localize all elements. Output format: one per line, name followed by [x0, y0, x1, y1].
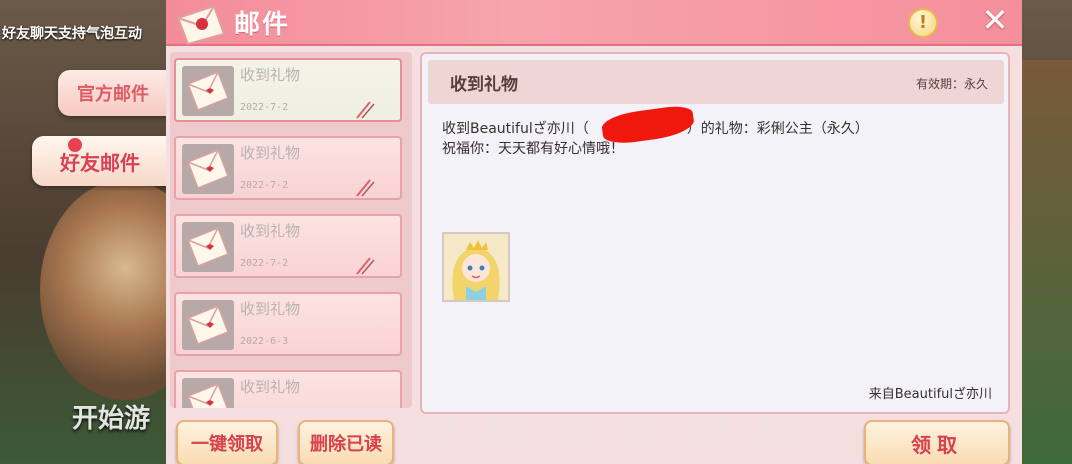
delete-read-label: 删除已读: [310, 434, 382, 455]
mail-envelope-thumb: [182, 144, 234, 194]
mail-envelope-thumb: [182, 378, 234, 408]
slot-icon: [764, 416, 790, 438]
mail-item[interactable]: 收到礼物 2022-7-2: [174, 58, 402, 122]
mail-title: 收到礼物: [240, 66, 301, 84]
notification-dot: [68, 138, 82, 152]
envelope-icon: [187, 227, 229, 267]
detail-title: 收到礼物: [450, 75, 518, 95]
slot-icon: [696, 416, 722, 438]
validity-label: 有效期：永久: [915, 77, 988, 91]
info-icon: !: [918, 12, 928, 33]
mail-item[interactable]: 收到礼物 2022-6-3: [174, 292, 402, 356]
claim-all-button[interactable]: 一键领取: [176, 420, 278, 464]
mail-title: 收到礼物: [240, 222, 301, 240]
mail-item[interactable]: 收到礼物: [174, 370, 402, 408]
quill-icon: [356, 179, 375, 197]
slot-icon: [492, 416, 518, 438]
tab-friend-mail[interactable]: 好友邮件: [32, 136, 168, 186]
close-button[interactable]: ✕: [978, 4, 1012, 38]
mail-title: 收到礼物: [240, 300, 301, 318]
mail-envelope-thumb: [182, 300, 234, 350]
mail-date: 2022-6-3: [240, 336, 289, 347]
mail-detail-panel: 收到礼物 有效期：永久 收到Beautifulざ亦川（ ）的礼物：彩俐公主（永久…: [420, 52, 1010, 414]
quill-icon: [356, 257, 375, 275]
info-button[interactable]: !: [908, 8, 938, 38]
sender-label: 来自Beautifulざ亦川: [868, 387, 992, 402]
slot-icon: [560, 416, 586, 438]
mail-item[interactable]: 收到礼物 2022-7-2: [174, 136, 402, 200]
mail-window: 邮件 ! ✕ 收到礼物 2022-7-2 收到礼物 2022-7-2 收到礼物 …: [166, 0, 1022, 464]
tab-official-label: 官方邮件: [77, 84, 149, 105]
gift-item-thumb[interactable]: [442, 232, 510, 302]
mail-envelope-thumb: [182, 222, 234, 272]
background-start-text: 开始游: [72, 404, 151, 434]
close-icon: ✕: [981, 1, 1009, 39]
slot-icon: [424, 416, 450, 438]
background-scenery: [1020, 60, 1072, 464]
claim-button[interactable]: 领取: [864, 420, 1010, 464]
mail-item[interactable]: 收到礼物 2022-7-2: [174, 214, 402, 278]
envelope-icon: [187, 305, 229, 345]
mail-list[interactable]: 收到礼物 2022-7-2 收到礼物 2022-7-2 收到礼物 2022-7-…: [170, 52, 412, 408]
footer-attachment-slots: [420, 414, 850, 444]
envelope-icon: [187, 149, 229, 189]
mail-title: 收到礼物: [240, 378, 301, 396]
blessing-message: 祝福你：天天都有好心情哦！: [442, 141, 624, 157]
mail-envelope-thumb: [182, 66, 234, 116]
envelope-icon: [176, 4, 226, 46]
princess-avatar-icon: [444, 234, 508, 300]
window-title: 邮件: [234, 10, 291, 40]
tab-official-mail[interactable]: 官方邮件: [58, 70, 168, 116]
delete-read-button[interactable]: 删除已读: [298, 420, 394, 464]
background-banner: 好友聊天支持气泡互动: [2, 26, 142, 42]
detail-header: 收到礼物 有效期：永久: [428, 60, 1004, 104]
mail-title: 收到礼物: [240, 144, 301, 162]
envelope-icon: [187, 383, 229, 408]
claim-label: 领取: [911, 432, 963, 457]
envelope-icon: [187, 71, 229, 111]
slot-icon: [628, 416, 654, 438]
mail-date: 2022-7-2: [240, 258, 289, 269]
redaction-mark: [600, 103, 696, 147]
mail-date: 2022-7-2: [240, 102, 289, 113]
title-bar: 邮件 ! ✕: [166, 0, 1022, 46]
mail-date: 2022-7-2: [240, 180, 289, 191]
quill-icon: [356, 101, 375, 119]
claim-all-label: 一键领取: [191, 434, 263, 455]
